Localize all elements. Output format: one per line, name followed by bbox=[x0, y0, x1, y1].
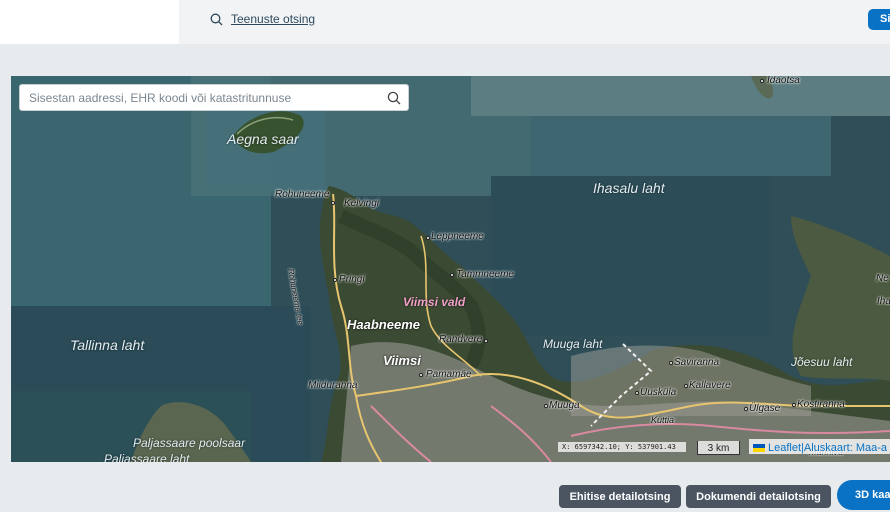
service-search-link[interactable]: Teenuste otsing bbox=[210, 10, 315, 28]
place-marker bbox=[484, 339, 488, 343]
label-haabneeme: Haabneeme bbox=[347, 317, 420, 332]
label-saviranna: Saviranna bbox=[674, 357, 720, 368]
label-viimsi-vald: Viimsi vald bbox=[403, 295, 466, 309]
label-iha: Iha bbox=[877, 296, 890, 307]
label-viimsi: Viimsi bbox=[383, 353, 421, 368]
service-search-label: Teenuste otsing bbox=[231, 12, 316, 26]
label-tammneeme: Tammneeme bbox=[456, 269, 514, 280]
place-marker bbox=[635, 391, 639, 395]
map-attribution[interactable]: Leaflet|Aluskaart: Maa-a bbox=[749, 439, 890, 454]
label-rohuneeme: Rohuneeme bbox=[275, 189, 330, 200]
label-kostiranna: Kostiranna bbox=[797, 399, 845, 410]
label-kuttia: Kuttia bbox=[651, 415, 675, 425]
label-joesuu-laht: Jõesuu laht bbox=[791, 355, 853, 369]
place-marker bbox=[669, 361, 673, 365]
label-paljassaare-poolsaar: Paljassaare poolsaar bbox=[133, 436, 246, 450]
label-muuga: Muuga bbox=[549, 400, 580, 411]
search-icon bbox=[210, 13, 223, 25]
top-bar: Teenuste otsing Si bbox=[0, 0, 890, 44]
place-marker bbox=[684, 384, 688, 388]
place-marker bbox=[760, 79, 764, 83]
place-marker bbox=[426, 236, 430, 240]
label-uuskula: Uusküla bbox=[640, 387, 677, 398]
place-marker bbox=[744, 407, 748, 411]
label-kallavere: Kallavere bbox=[689, 380, 731, 391]
search-icon[interactable] bbox=[387, 91, 401, 105]
label-leppneeme: Leppneeme bbox=[431, 231, 484, 242]
place-marker bbox=[792, 403, 796, 407]
label-ulgase: Ülgase bbox=[749, 403, 781, 414]
address-search-input[interactable] bbox=[20, 85, 380, 110]
label-tallinna-laht: Tallinna laht bbox=[70, 337, 145, 353]
place-marker bbox=[419, 373, 423, 377]
label-kelvingi: Kelvingi bbox=[344, 198, 380, 209]
label-ihasalu-laht: Ihasalu laht bbox=[593, 180, 665, 196]
coordinate-readout: X: 6597342.10; Y: 537901.43 bbox=[558, 442, 686, 452]
place-marker bbox=[544, 404, 548, 408]
logo-area bbox=[0, 0, 179, 44]
attribution-text[interactable]: Leaflet|Aluskaart: Maa-a bbox=[768, 442, 887, 454]
label-randvere: Randvere bbox=[439, 334, 483, 345]
scale-bar: 3 km bbox=[697, 441, 740, 455]
label-ne: Ne bbox=[876, 273, 889, 284]
label-idaotsa: Idaotsa bbox=[767, 76, 800, 86]
document-detail-search-button[interactable]: Dokumendi detailotsing bbox=[686, 485, 831, 508]
label-pamamae: Pamamäe bbox=[426, 369, 472, 380]
place-marker bbox=[331, 201, 335, 205]
place-marker bbox=[450, 273, 454, 277]
3d-map-button[interactable]: 3D kaart bbox=[837, 480, 890, 510]
label-miiduranna: Miiduranna bbox=[308, 380, 358, 391]
label-paljassaare-laht: Paljassaare laht bbox=[104, 452, 190, 462]
ukraine-flag-icon bbox=[753, 443, 765, 452]
building-detail-search-button[interactable]: Ehitise detailotsing bbox=[559, 485, 681, 508]
place-marker bbox=[333, 278, 337, 282]
address-search-box bbox=[19, 84, 409, 111]
map-view[interactable]: Aegna saar Ihasalu laht Tallinna laht Mu… bbox=[11, 76, 890, 462]
label-aegna-saar: Aegna saar bbox=[227, 131, 299, 147]
label-muuga-laht: Muuga laht bbox=[543, 337, 603, 351]
signin-button[interactable]: Si bbox=[868, 9, 890, 30]
label-pringi: Pringi bbox=[339, 274, 365, 285]
